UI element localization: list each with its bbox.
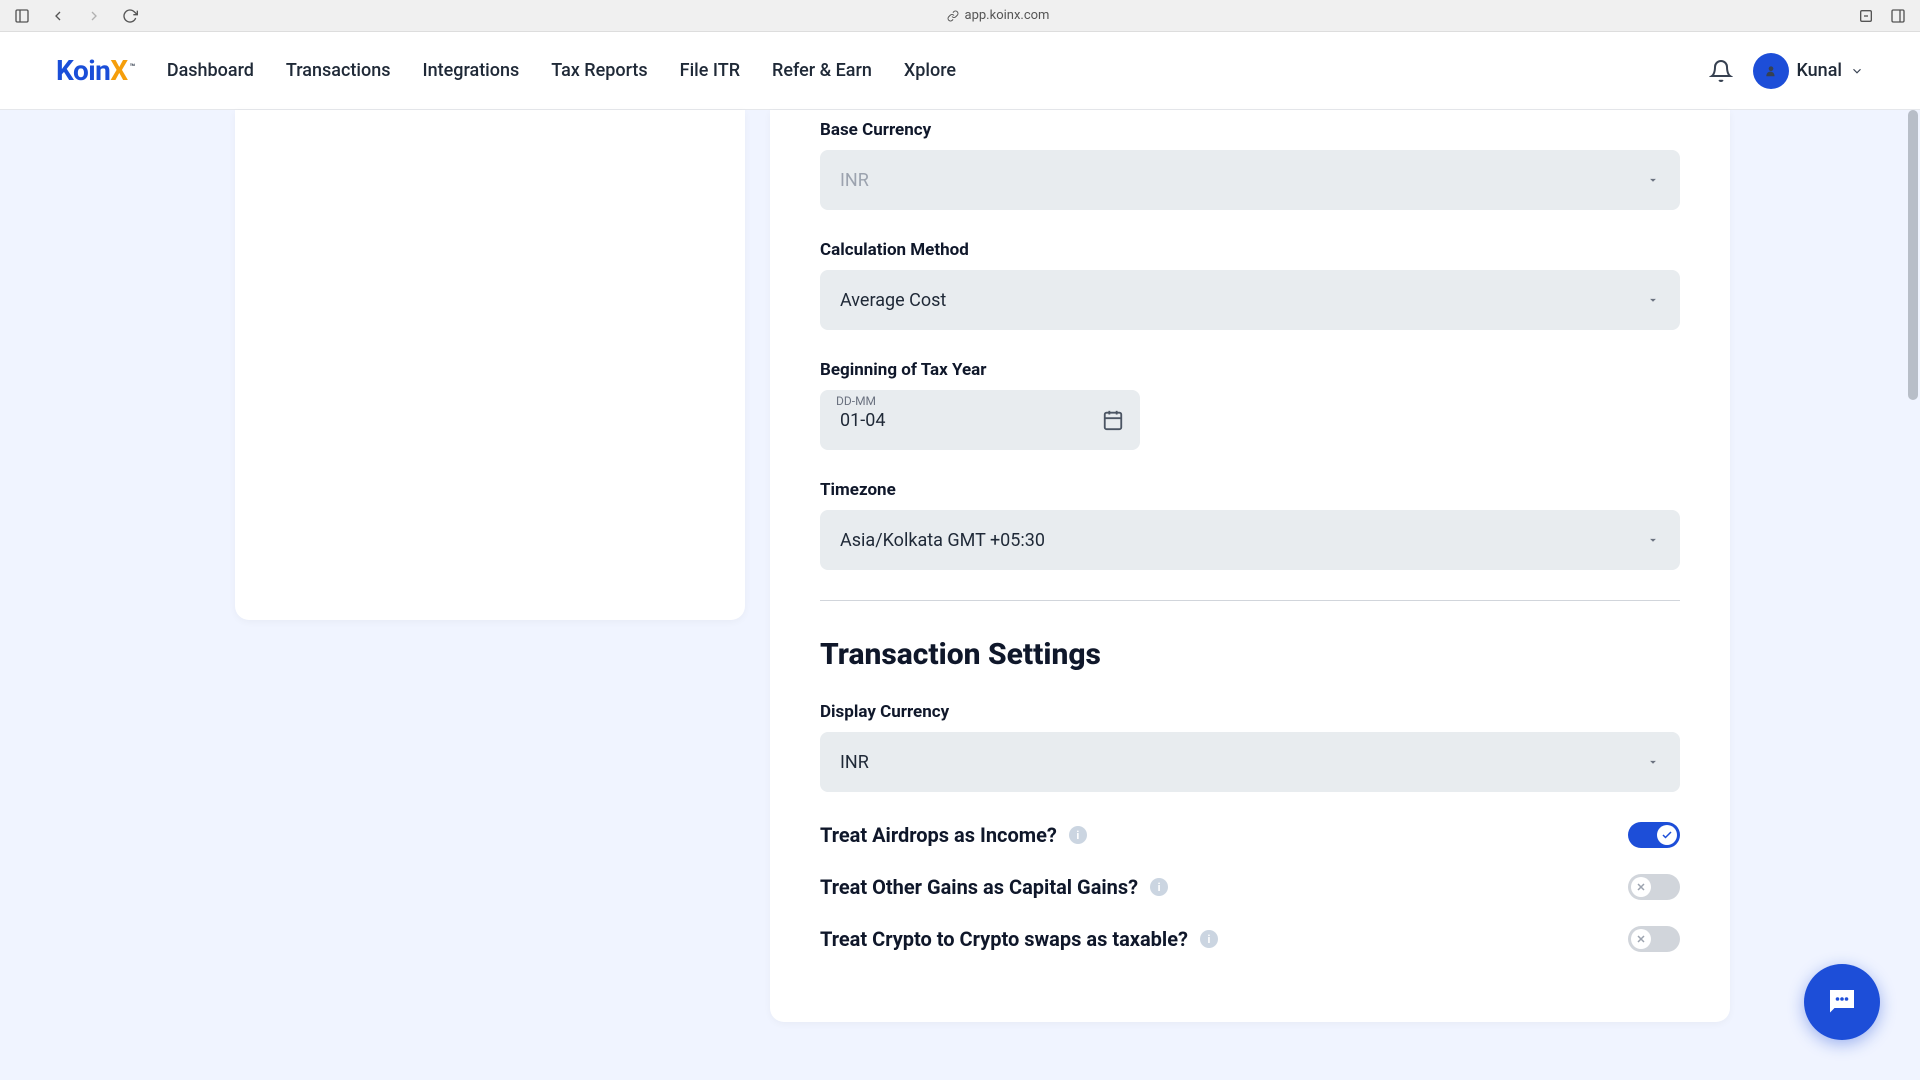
back-icon[interactable] [48,6,68,26]
scrollbar[interactable] [1906,110,1920,1080]
nav-file-itr[interactable]: File ITR [680,60,740,81]
nav-tax-reports[interactable]: Tax Reports [551,60,647,81]
base-currency-value: INR [840,170,869,191]
chat-button[interactable] [1804,964,1880,1040]
sidebar-toggle-icon[interactable] [12,6,32,26]
chevron-down-icon [1646,293,1660,307]
other-gains-row: Treat Other Gains as Capital Gains? i [820,874,1680,900]
info-icon[interactable]: i [1069,826,1087,844]
sidebar-card [235,110,745,620]
timezone-select[interactable]: Asia/Kolkata GMT +05:30 [820,510,1680,570]
nav-xplore[interactable]: Xplore [904,60,956,81]
link-icon [947,10,959,22]
crypto-swaps-row: Treat Crypto to Crypto swaps as taxable?… [820,926,1680,952]
tax-year-field[interactable]: DD-MM 01-04 [820,390,1140,450]
user-name: Kunal [1797,60,1843,81]
crypto-swaps-text: Treat Crypto to Crypto swaps as taxable? [820,927,1188,951]
display-currency-select[interactable]: INR [820,732,1680,792]
airdrops-row: Treat Airdrops as Income? i [820,822,1680,848]
toggle-knob [1657,825,1677,845]
airdrops-label: Treat Airdrops as Income? i [820,823,1087,847]
tax-year-label: Beginning of Tax Year [820,360,1680,380]
airdrops-text: Treat Airdrops as Income? [820,823,1057,847]
calendar-icon[interactable] [1102,409,1124,431]
logo[interactable]: KoinX™ [56,54,135,87]
toggle-knob [1631,929,1651,949]
reload-icon[interactable] [120,6,140,26]
nav-refer-earn[interactable]: Refer & Earn [772,60,872,81]
display-currency-label: Display Currency [820,702,1680,722]
notifications-icon[interactable] [1709,59,1733,83]
user-menu[interactable]: Kunal [1753,53,1865,89]
url-text: app.koinx.com [965,8,1050,23]
nav-transactions[interactable]: Transactions [286,60,391,81]
avatar [1753,53,1789,89]
tax-year-value: 01-04 [840,410,885,431]
crypto-swaps-label: Treat Crypto to Crypto swaps as taxable?… [820,927,1218,951]
tabs-icon[interactable] [1888,6,1908,26]
toggle-knob [1631,877,1651,897]
base-currency-select: INR [820,150,1680,210]
airdrops-toggle[interactable] [1628,822,1680,848]
nav-integrations[interactable]: Integrations [422,60,519,81]
other-gains-toggle[interactable] [1628,874,1680,900]
settings-card: Base Currency INR Calculation Method Ave… [770,110,1730,1022]
chevron-down-icon [1646,533,1660,547]
app-header: KoinX™ Dashboard Transactions Integratio… [0,32,1920,110]
other-gains-text: Treat Other Gains as Capital Gains? [820,875,1138,899]
chevron-down-icon [1646,173,1660,187]
info-icon[interactable]: i [1200,930,1218,948]
other-gains-label: Treat Other Gains as Capital Gains? i [820,875,1168,899]
share-icon[interactable] [1856,6,1876,26]
timezone-label: Timezone [820,480,1680,500]
scroll-thumb[interactable] [1908,110,1918,400]
base-currency-label: Base Currency [820,120,1680,140]
calc-method-label: Calculation Method [820,240,1680,260]
info-icon[interactable]: i [1150,878,1168,896]
tax-year-placeholder: DD-MM [836,394,876,408]
url-bar[interactable]: app.koinx.com [156,8,1840,23]
page-body: Base Currency INR Calculation Method Ave… [0,110,1920,1080]
calc-method-value: Average Cost [840,290,946,311]
timezone-value: Asia/Kolkata GMT +05:30 [840,530,1045,551]
display-currency-value: INR [840,752,869,773]
chevron-down-icon [1850,64,1864,78]
crypto-swaps-toggle[interactable] [1628,926,1680,952]
nav-links: Dashboard Transactions Integrations Tax … [167,60,956,81]
calc-method-select[interactable]: Average Cost [820,270,1680,330]
nav-dashboard[interactable]: Dashboard [167,60,254,81]
forward-icon[interactable] [84,6,104,26]
transaction-settings-title: Transaction Settings [820,637,1680,672]
chevron-down-icon [1646,755,1660,769]
divider [820,600,1680,601]
browser-toolbar: app.koinx.com [0,0,1920,32]
chat-icon [1824,984,1860,1020]
